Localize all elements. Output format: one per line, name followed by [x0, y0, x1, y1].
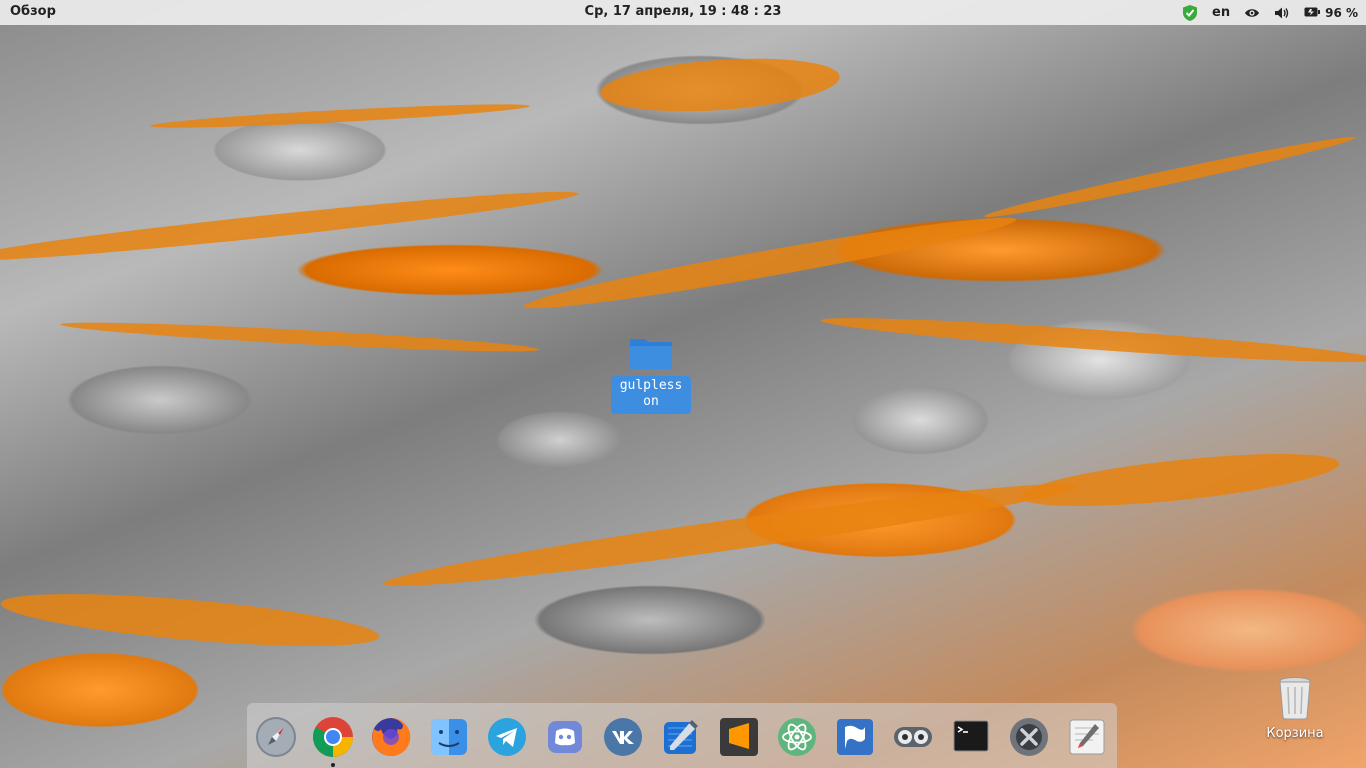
dock-app-vpn[interactable]: [891, 715, 935, 759]
chrome-icon: [311, 715, 355, 759]
system-settings-icon: [1007, 715, 1051, 759]
trash-label: Корзина: [1266, 726, 1324, 741]
dock-app-terminal[interactable]: [949, 715, 993, 759]
battery-icon: [1304, 6, 1321, 20]
folder-icon: [629, 338, 673, 370]
clock-datetime[interactable]: Ср, 17 апреля, 19 : 48 : 23: [585, 4, 782, 19]
clock-area: Ср, 17 апреля, 19 : 48 : 23: [0, 4, 1366, 19]
firefox-icon: [369, 715, 413, 759]
dock-app-telegram[interactable]: [485, 715, 529, 759]
text-editor-icon: [1065, 715, 1109, 759]
desktop-wallpaper[interactable]: Обзор Ср, 17 апреля, 19 : 48 : 23 en 96 …: [0, 0, 1366, 768]
dock-app-xcode[interactable]: [659, 715, 703, 759]
dock-app-discord[interactable]: [543, 715, 587, 759]
eye-icon[interactable]: [1244, 7, 1260, 19]
dock: [247, 703, 1117, 768]
dock-app-files[interactable]: [427, 715, 471, 759]
battery-indicator[interactable]: 96 %: [1304, 6, 1358, 20]
desktop-trash[interactable]: Корзина: [1262, 676, 1328, 741]
dock-app-typora[interactable]: [833, 715, 877, 759]
dock-app-settings[interactable]: [1007, 715, 1051, 759]
vpn-mask-icon: [891, 715, 935, 759]
keyboard-layout-indicator[interactable]: en: [1212, 5, 1230, 20]
dock-app-sublime-text[interactable]: [717, 715, 761, 759]
folder-label: gulpless on: [611, 376, 691, 414]
wallpaper-decoration: [982, 130, 1358, 224]
wallpaper-decoration: [521, 206, 1019, 320]
wallpaper-decoration: [598, 51, 842, 119]
top-panel: Обзор Ср, 17 апреля, 19 : 48 : 23 en 96 …: [0, 0, 1366, 25]
sublime-text-icon: [717, 715, 761, 759]
wallpaper-decoration: [0, 182, 580, 270]
system-tray: en 96 %: [1182, 2, 1358, 23]
volume-icon[interactable]: [1274, 6, 1290, 20]
typora-icon: [833, 715, 877, 759]
dock-app-text-editor[interactable]: [1065, 715, 1109, 759]
dock-app-chrome[interactable]: [311, 715, 355, 767]
dock-app-firefox[interactable]: [369, 715, 413, 759]
battery-percent: 96 %: [1325, 5, 1358, 20]
trash-icon: [1277, 676, 1313, 724]
discord-icon: [543, 715, 587, 759]
atom-icon: [775, 715, 819, 759]
terminal-icon: [949, 715, 993, 759]
wallpaper-decoration: [381, 471, 1079, 599]
shield-icon[interactable]: [1182, 4, 1198, 22]
desktop-folder-gulplesson[interactable]: gulpless on: [611, 338, 691, 414]
wallpaper-decoration: [59, 317, 541, 357]
wallpaper-decoration: [149, 100, 531, 132]
dock-app-vk[interactable]: [601, 715, 645, 759]
telegram-icon: [485, 715, 529, 759]
dock-app-launcher[interactable]: [254, 715, 298, 759]
xcode-icon: [659, 715, 703, 759]
overview-button[interactable]: Обзор: [10, 4, 56, 19]
wallpaper-decoration: [819, 310, 1366, 370]
wallpaper-decoration: [0, 583, 382, 657]
vk-icon: [601, 715, 645, 759]
finder-files-icon: [427, 715, 471, 759]
running-indicator: [331, 763, 335, 767]
launcher-rocket-icon: [254, 715, 298, 759]
wallpaper-decoration: [1018, 443, 1342, 517]
dock-app-atom[interactable]: [775, 715, 819, 759]
